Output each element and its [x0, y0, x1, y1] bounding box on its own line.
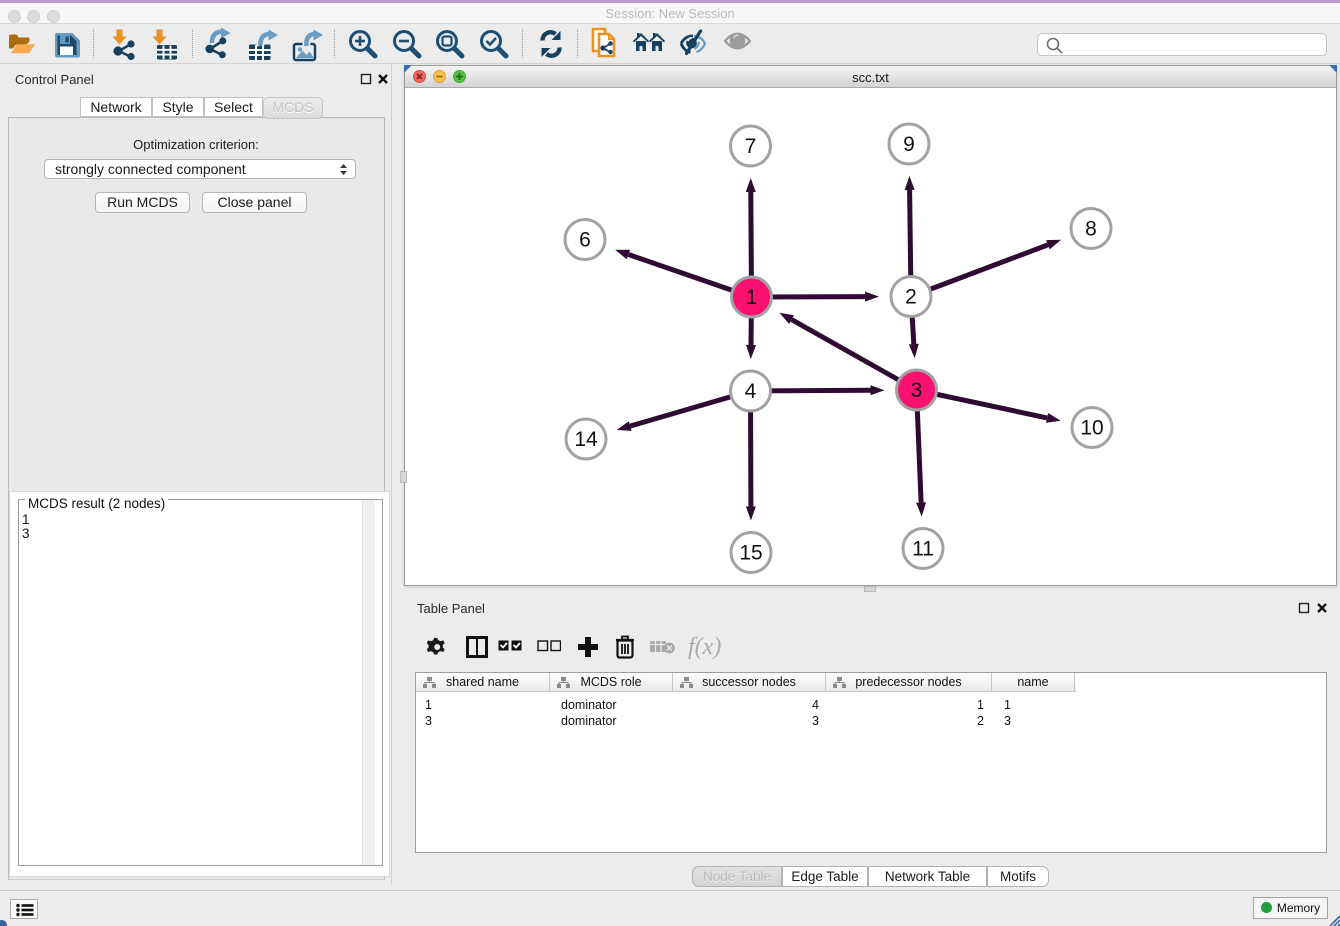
svg-text:4: 4: [745, 380, 757, 403]
svg-text:14: 14: [574, 428, 598, 451]
svg-text:9: 9: [903, 133, 915, 156]
svg-text:15: 15: [739, 542, 762, 565]
svg-text:10: 10: [1080, 417, 1103, 440]
svg-text:1: 1: [746, 286, 758, 309]
svg-text:3: 3: [911, 379, 923, 402]
svg-text:8: 8: [1085, 218, 1097, 241]
svg-text:6: 6: [579, 229, 591, 252]
svg-text:11: 11: [912, 538, 934, 561]
svg-text:7: 7: [745, 135, 757, 158]
svg-text:f(x): f(x): [688, 634, 721, 660]
svg-text:2: 2: [905, 286, 917, 309]
